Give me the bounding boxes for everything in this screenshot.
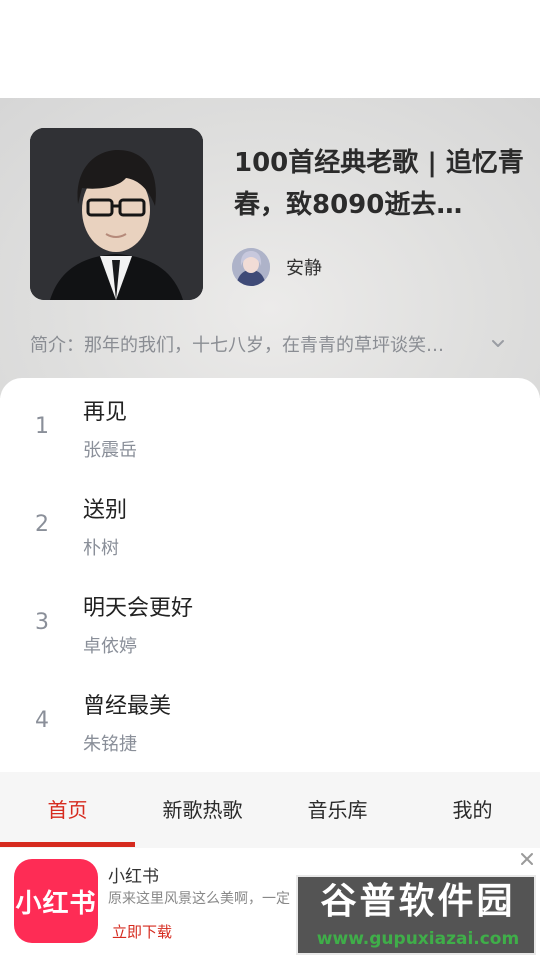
cover-portrait-image <box>30 128 203 300</box>
bottom-tab-bar: 首页 新歌热歌 音乐库 我的 <box>0 772 540 848</box>
song-index: 2 <box>35 512 49 537</box>
song-artist: 朴树 <box>83 538 119 559</box>
creator-name[interactable]: 安静 <box>286 254 322 280</box>
ad-app-name: 小红书 <box>108 867 159 887</box>
playlist-title: 100首经典老歌 | 追忆青春，致8090逝去… <box>234 148 524 220</box>
song-artist: 张震岳 <box>83 440 137 461</box>
tab-home[interactable]: 首页 <box>0 772 135 848</box>
playlist-cover-image[interactable] <box>30 128 203 300</box>
song-index: 1 <box>35 414 49 439</box>
creator-avatar[interactable] <box>232 248 270 286</box>
ad-download-button[interactable]: 立即下载 <box>112 921 172 942</box>
close-icon[interactable] <box>518 850 536 868</box>
song-title: 送别 <box>83 498 128 523</box>
active-tab-indicator <box>0 842 135 847</box>
song-row[interactable]: 3 明天会更好 卓依婷 <box>0 574 540 672</box>
song-title: 明天会更好 <box>83 596 194 621</box>
tab-mine[interactable]: 我的 <box>405 772 540 848</box>
song-index: 4 <box>35 708 49 733</box>
song-row[interactable]: 4 曾经最美 朱铭捷 <box>0 672 540 770</box>
tab-new-hot-songs[interactable]: 新歌热歌 <box>135 772 270 848</box>
intro-text: 简介：那年的我们，十七八岁，在青青的草坪谈笑… <box>30 335 444 356</box>
song-artist: 朱铭捷 <box>83 734 137 755</box>
ad-description: 原来这里风景这么美啊，一定 <box>108 891 290 907</box>
playlist-intro[interactable]: 简介：那年的我们，十七八岁，在青青的草坪谈笑… <box>30 330 510 358</box>
song-title: 再见 <box>83 400 128 425</box>
watermark-text: 谷普软件园 <box>320 881 516 922</box>
chevron-down-icon[interactable] <box>490 336 506 352</box>
song-title: 曾经最美 <box>83 694 172 719</box>
song-index: 3 <box>35 610 49 635</box>
tab-music-library[interactable]: 音乐库 <box>270 772 405 848</box>
song-artist: 卓依婷 <box>83 636 137 657</box>
status-bar-area <box>0 0 540 98</box>
song-list: 1 再见 张震岳 2 送别 朴树 3 明天会更好 卓依婷 4 曾经最美 朱铭捷 <box>0 378 540 772</box>
song-row[interactable]: 2 送别 朴树 <box>0 476 540 574</box>
watermark-url: www.gupuxiazai.com <box>316 929 520 949</box>
ad-app-logo[interactable]: 小红书 <box>14 859 98 943</box>
creator-info[interactable]: 安静 <box>232 246 322 288</box>
song-row[interactable]: 1 再见 张震岳 <box>0 378 540 476</box>
watermark-logo: 谷普软件园 www.gupuxiazai.com <box>296 875 536 955</box>
avatar-image <box>232 248 270 286</box>
